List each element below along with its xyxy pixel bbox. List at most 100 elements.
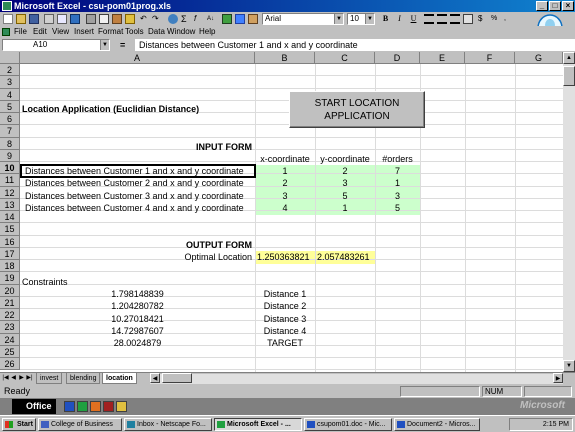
constraint-4-name[interactable]: Distance 4 (255, 325, 315, 337)
customer-4-label[interactable]: Distances between Customer 4 and x and y… (25, 202, 244, 214)
menu-help[interactable]: Help (199, 26, 215, 38)
constraint-2-value[interactable]: 1.204280782 (20, 300, 255, 312)
column-header-f[interactable]: F (465, 52, 515, 64)
target-label[interactable]: TARGET (255, 337, 315, 349)
last-sheet-icon[interactable]: ▶| (26, 374, 33, 383)
font-name-combo[interactable]: Arial ▼ (262, 13, 344, 25)
row-header[interactable]: 18 (0, 260, 20, 272)
customer-2-x[interactable]: 2 (255, 177, 315, 189)
redo-icon[interactable]: ↷ (152, 14, 162, 24)
insert-hyperlink-icon[interactable] (168, 14, 178, 24)
task-college-of-business[interactable]: College of Business (38, 418, 122, 431)
currency-icon[interactable]: $ (478, 14, 488, 24)
chevron-down-icon[interactable]: ▼ (334, 14, 343, 24)
tab-invest[interactable]: invest (36, 373, 63, 384)
row-header[interactable]: 4 (0, 89, 20, 101)
row-header[interactable]: 20 (0, 285, 20, 297)
scroll-left-icon[interactable]: ◀ (150, 373, 160, 383)
task-word-csupom01[interactable]: csupom01.doc - Mic... (304, 418, 392, 431)
paste-function-icon[interactable]: f (194, 14, 204, 24)
font-size-combo[interactable]: 10 ▼ (347, 13, 375, 25)
row-header[interactable]: 3 (0, 76, 20, 89)
vertical-scrollbar[interactable]: ▲ ▼ (563, 52, 575, 372)
chevron-down-icon[interactable]: ▼ (365, 14, 374, 24)
optimal-y-value[interactable]: 2.057483261 (317, 251, 370, 263)
column-header-g[interactable]: G (515, 52, 563, 64)
underline-button[interactable]: U (408, 14, 419, 24)
row-header[interactable]: 5 (0, 101, 20, 113)
task-netscape-inbox[interactable]: Inbox - Netscape Fo... (124, 418, 212, 431)
row-header[interactable]: 24 (0, 334, 20, 346)
row-header[interactable]: 26 (0, 358, 20, 370)
customer-4-x[interactable]: 4 (255, 202, 315, 214)
minimize-button[interactable]: _ (536, 1, 548, 11)
menu-edit[interactable]: Edit (33, 26, 47, 38)
edit-formula-button[interactable]: = (120, 40, 125, 50)
sort-ascending-icon[interactable]: A↓ (207, 14, 217, 24)
undo-icon[interactable]: ↶ (140, 14, 150, 24)
map-icon[interactable] (235, 14, 245, 24)
start-button[interactable]: Start (2, 418, 36, 431)
office-logo[interactable]: Office (12, 399, 56, 414)
row-header[interactable]: 14 (0, 211, 20, 223)
select-all-corner[interactable] (0, 52, 20, 64)
row-header[interactable]: 9 (0, 150, 20, 162)
next-sheet-icon[interactable]: ▶ (18, 374, 25, 383)
merge-center-icon[interactable] (463, 14, 473, 24)
row-header[interactable]: 16 (0, 236, 20, 248)
chevron-down-icon[interactable]: ▼ (100, 40, 109, 50)
column-header-b[interactable]: B (255, 52, 315, 64)
menu-window[interactable]: Window (167, 26, 195, 38)
save-icon[interactable] (29, 14, 39, 24)
chart-wizard-icon[interactable] (222, 14, 232, 24)
menu-tools[interactable]: Tools (125, 26, 144, 38)
tab-location[interactable]: location (102, 373, 137, 384)
workbook-icon[interactable] (2, 28, 10, 36)
worksheet-grid[interactable]: A B C D E F G 2 3 4 5 6 7 8 9 10 11 12 13 14 15 16 17 18… (0, 52, 575, 372)
spelling-icon[interactable] (70, 14, 80, 24)
optimal-x-value[interactable]: 1.250363821 (257, 251, 310, 263)
scroll-right-icon[interactable]: ▶ (553, 373, 563, 383)
customer-3-orders[interactable]: 3 (375, 190, 420, 202)
open-icon[interactable] (16, 14, 26, 24)
formula-input[interactable]: Distances between Customer 1 and x and y… (135, 39, 575, 51)
customer-2-orders[interactable]: 1 (375, 177, 420, 189)
cut-icon[interactable] (86, 14, 96, 24)
word-icon[interactable] (64, 401, 75, 412)
menu-view[interactable]: View (52, 26, 69, 38)
customer-3-y[interactable]: 5 (315, 190, 375, 202)
drawing-icon[interactable] (248, 14, 258, 24)
column-header-d[interactable]: D (375, 52, 420, 64)
row-header[interactable]: 7 (0, 125, 20, 138)
autosum-icon[interactable]: Σ (181, 14, 191, 24)
task-word-document2[interactable]: Document2 - Micros... (394, 418, 480, 431)
access-icon[interactable] (103, 401, 114, 412)
column-header-c[interactable]: C (315, 52, 375, 64)
scroll-up-icon[interactable]: ▲ (563, 52, 575, 64)
start-location-application-button[interactable]: START LOCATION APPLICATION (289, 91, 425, 128)
align-left-icon[interactable] (424, 14, 434, 24)
customer-2-label[interactable]: Distances between Customer 2 and x and y… (25, 177, 244, 189)
scroll-thumb[interactable] (563, 66, 575, 86)
row-header[interactable]: 10 (0, 162, 20, 174)
menu-format[interactable]: Format (98, 26, 123, 38)
prev-sheet-icon[interactable]: ◀ (10, 374, 17, 383)
percent-icon[interactable]: % (491, 14, 501, 24)
row-header[interactable]: 13 (0, 199, 20, 211)
customer-4-orders[interactable]: 5 (375, 202, 420, 214)
format-painter-icon[interactable] (125, 14, 135, 24)
menu-file[interactable]: File (14, 26, 27, 38)
copy-icon[interactable] (99, 14, 109, 24)
customer-4-y[interactable]: 1 (315, 202, 375, 214)
constraint-4-value[interactable]: 14.72987607 (20, 325, 255, 337)
row-header[interactable]: 21 (0, 297, 20, 309)
row-header[interactable]: 23 (0, 321, 20, 334)
italic-button[interactable]: I (394, 14, 405, 24)
clock[interactable]: 2:15 PM (543, 421, 569, 428)
customer-3-x[interactable]: 3 (255, 190, 315, 202)
constraint-3-value[interactable]: 10.27018421 (20, 313, 255, 325)
align-right-icon[interactable] (450, 14, 460, 24)
scroll-down-icon[interactable]: ▼ (563, 360, 575, 372)
row-header[interactable]: 25 (0, 346, 20, 358)
target-value[interactable]: 28.0024879 (20, 337, 255, 349)
